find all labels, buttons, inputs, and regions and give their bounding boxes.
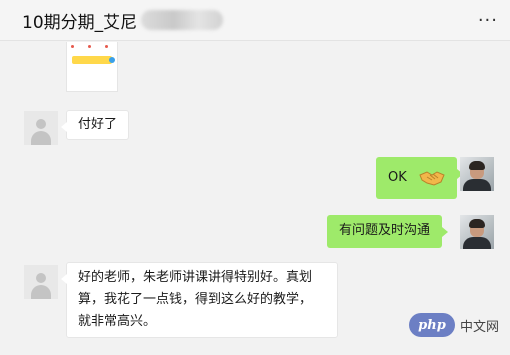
- image-thumbnail: [72, 56, 115, 64]
- message-bubble-outgoing[interactable]: OK: [376, 157, 463, 199]
- chat-title: 10期分期_艾尼: [22, 13, 138, 33]
- message-bubble-incoming[interactable]: 付好了: [60, 110, 130, 140]
- message-bubble-incoming[interactable]: 好的老师，朱老师讲课讲得特别好。真划 算，我花了一点钱，得到这么好的教学， 就非…: [61, 262, 338, 338]
- message-bubble-outgoing[interactable]: 有问题及时沟通: [327, 215, 449, 248]
- watermark: php 中文网: [409, 313, 499, 337]
- user-photo[interactable]: [460, 157, 494, 191]
- default-avatar-icon[interactable]: [24, 111, 58, 145]
- message-text: 付好了: [78, 117, 118, 132]
- chat-header: 10期分期_艾尼 ···: [0, 0, 510, 41]
- message-text: OK: [388, 170, 407, 185]
- more-dots-icon[interactable]: ···: [478, 10, 498, 31]
- message-line: 就非常高兴。: [78, 314, 157, 329]
- image-message[interactable]: [66, 42, 118, 92]
- message-line: 好的老师，朱老师讲课讲得特别好。真划: [78, 270, 313, 285]
- php-logo: php: [409, 313, 455, 337]
- default-avatar-icon[interactable]: [24, 265, 58, 299]
- site-name: 中文网: [460, 319, 500, 335]
- message-line: 算，我花了一点钱，得到这么好的教学，: [78, 292, 313, 307]
- message-text: 有问题及时沟通: [339, 223, 431, 238]
- blurred-name: [141, 10, 223, 30]
- handshake-icon: [419, 170, 445, 186]
- user-photo[interactable]: [460, 215, 494, 249]
